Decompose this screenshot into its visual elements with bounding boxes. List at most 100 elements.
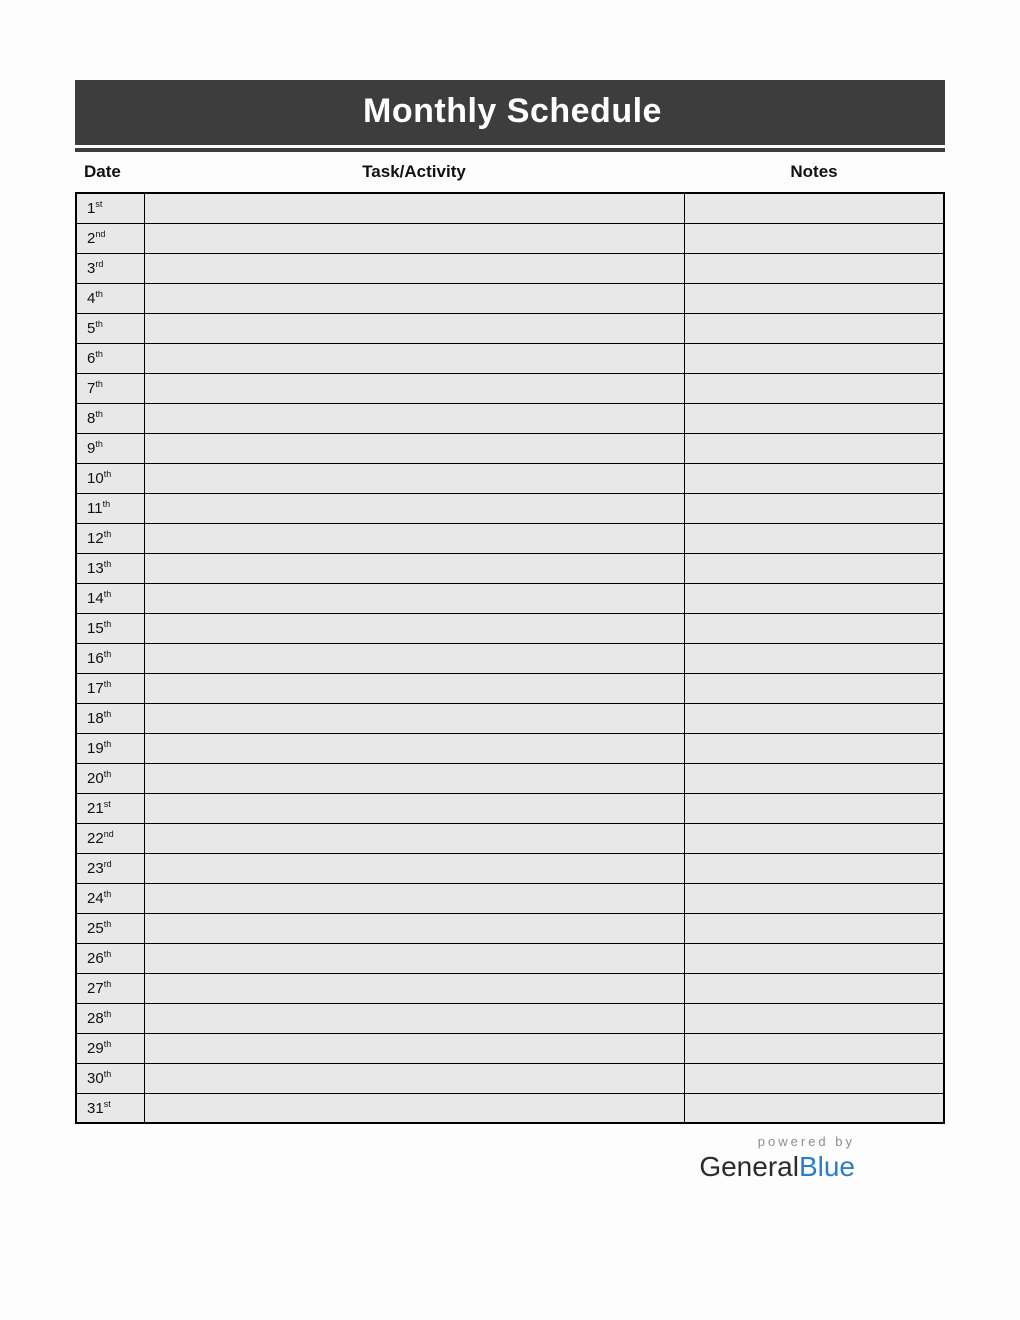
- date-ordinal: th: [104, 709, 112, 719]
- date-number: 29: [87, 1040, 104, 1057]
- notes-cell[interactable]: [684, 613, 944, 643]
- table-row: 5th: [76, 313, 944, 343]
- table-row: 31st: [76, 1093, 944, 1123]
- date-cell: 13th: [76, 553, 144, 583]
- task-cell[interactable]: [144, 343, 684, 373]
- notes-cell[interactable]: [684, 583, 944, 613]
- date-number: 22: [87, 830, 104, 847]
- notes-cell[interactable]: [684, 643, 944, 673]
- notes-cell[interactable]: [684, 973, 944, 1003]
- task-cell[interactable]: [144, 433, 684, 463]
- task-cell[interactable]: [144, 253, 684, 283]
- notes-cell[interactable]: [684, 313, 944, 343]
- task-cell[interactable]: [144, 1003, 684, 1033]
- task-cell[interactable]: [144, 673, 684, 703]
- task-cell[interactable]: [144, 973, 684, 1003]
- task-cell[interactable]: [144, 283, 684, 313]
- date-ordinal: rd: [104, 859, 112, 869]
- date-cell: 27th: [76, 973, 144, 1003]
- task-cell[interactable]: [144, 223, 684, 253]
- task-cell[interactable]: [144, 193, 684, 223]
- notes-cell[interactable]: [684, 673, 944, 703]
- notes-cell[interactable]: [684, 223, 944, 253]
- date-number: 21: [87, 800, 104, 817]
- notes-cell[interactable]: [684, 883, 944, 913]
- task-cell[interactable]: [144, 1033, 684, 1063]
- notes-cell[interactable]: [684, 523, 944, 553]
- date-ordinal: th: [95, 379, 103, 389]
- notes-cell[interactable]: [684, 913, 944, 943]
- task-cell[interactable]: [144, 523, 684, 553]
- notes-cell[interactable]: [684, 1033, 944, 1063]
- notes-cell[interactable]: [684, 343, 944, 373]
- notes-cell[interactable]: [684, 463, 944, 493]
- table-row: 18th: [76, 703, 944, 733]
- notes-cell[interactable]: [684, 1093, 944, 1123]
- notes-cell[interactable]: [684, 433, 944, 463]
- date-number: 25: [87, 920, 104, 937]
- task-cell[interactable]: [144, 313, 684, 343]
- notes-cell[interactable]: [684, 1003, 944, 1033]
- notes-cell[interactable]: [684, 253, 944, 283]
- date-ordinal: rd: [95, 259, 103, 269]
- notes-cell[interactable]: [684, 553, 944, 583]
- task-cell[interactable]: [144, 583, 684, 613]
- task-cell[interactable]: [144, 823, 684, 853]
- date-cell: 29th: [76, 1033, 144, 1063]
- notes-cell[interactable]: [684, 943, 944, 973]
- task-cell[interactable]: [144, 913, 684, 943]
- task-cell[interactable]: [144, 853, 684, 883]
- task-cell[interactable]: [144, 643, 684, 673]
- task-cell[interactable]: [144, 373, 684, 403]
- date-number: 10: [87, 470, 104, 487]
- footer: powered by GeneralBlue: [75, 1134, 945, 1183]
- notes-cell[interactable]: [684, 793, 944, 823]
- task-cell[interactable]: [144, 613, 684, 643]
- task-cell[interactable]: [144, 1063, 684, 1093]
- notes-cell[interactable]: [684, 1063, 944, 1093]
- notes-cell[interactable]: [684, 823, 944, 853]
- notes-cell[interactable]: [684, 493, 944, 523]
- date-ordinal: th: [95, 349, 103, 359]
- brand-part1: General: [699, 1151, 799, 1182]
- schedule-table: Date Task/Activity Notes 1st2nd3rd4th5th…: [75, 154, 945, 1124]
- date-number: 16: [87, 650, 104, 667]
- table-row: 23rd: [76, 853, 944, 883]
- task-cell[interactable]: [144, 733, 684, 763]
- date-ordinal: th: [95, 409, 103, 419]
- table-row: 30th: [76, 1063, 944, 1093]
- notes-cell[interactable]: [684, 373, 944, 403]
- task-cell[interactable]: [144, 883, 684, 913]
- table-row: 22nd: [76, 823, 944, 853]
- table-row: 12th: [76, 523, 944, 553]
- table-row: 17th: [76, 673, 944, 703]
- table-row: 4th: [76, 283, 944, 313]
- notes-cell[interactable]: [684, 193, 944, 223]
- table-row: 20th: [76, 763, 944, 793]
- date-ordinal: th: [95, 439, 103, 449]
- notes-cell[interactable]: [684, 853, 944, 883]
- notes-cell[interactable]: [684, 403, 944, 433]
- date-cell: 12th: [76, 523, 144, 553]
- task-cell[interactable]: [144, 403, 684, 433]
- date-ordinal: th: [104, 559, 112, 569]
- notes-cell[interactable]: [684, 703, 944, 733]
- notes-cell[interactable]: [684, 283, 944, 313]
- table-row: 7th: [76, 373, 944, 403]
- task-cell[interactable]: [144, 1093, 684, 1123]
- date-cell: 23rd: [76, 853, 144, 883]
- task-cell[interactable]: [144, 793, 684, 823]
- table-row: 6th: [76, 343, 944, 373]
- task-cell[interactable]: [144, 493, 684, 523]
- date-number: 30: [87, 1070, 104, 1087]
- date-ordinal: st: [95, 199, 102, 209]
- task-cell[interactable]: [144, 553, 684, 583]
- task-cell[interactable]: [144, 763, 684, 793]
- task-cell[interactable]: [144, 943, 684, 973]
- notes-cell[interactable]: [684, 733, 944, 763]
- task-cell[interactable]: [144, 703, 684, 733]
- table-row: 15th: [76, 613, 944, 643]
- notes-cell[interactable]: [684, 763, 944, 793]
- date-cell: 3rd: [76, 253, 144, 283]
- task-cell[interactable]: [144, 463, 684, 493]
